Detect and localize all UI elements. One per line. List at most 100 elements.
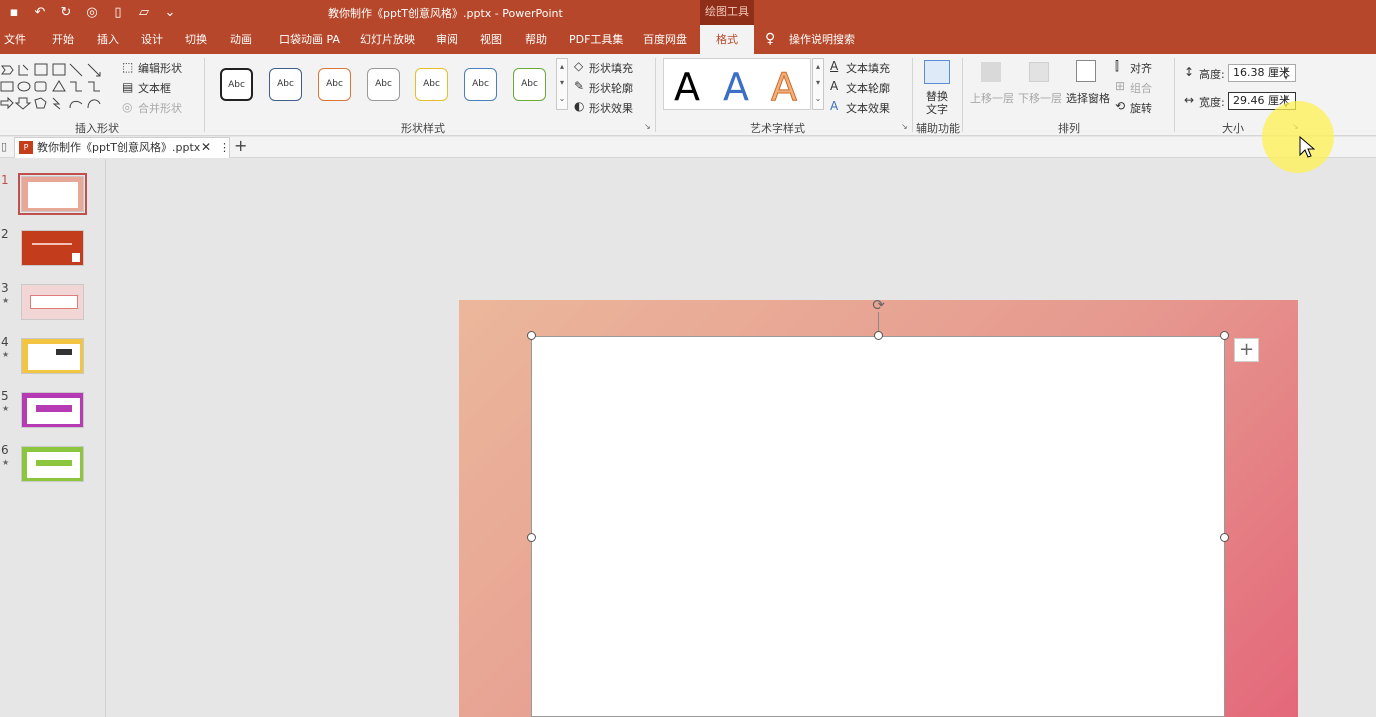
tab-help[interactable]: 帮助 xyxy=(525,25,547,54)
tab-format[interactable]: 格式 xyxy=(700,25,754,54)
group-label-shape-styles: 形状样式 xyxy=(401,122,445,135)
new-file-icon[interactable]: ▯ xyxy=(110,5,126,21)
height-label: 高度: xyxy=(1199,68,1225,81)
redo-icon[interactable]: ↻ xyxy=(58,5,74,21)
wordart-style-black[interactable]: A xyxy=(674,66,700,108)
bring-forward-button[interactable]: 上移一层 xyxy=(970,90,1014,106)
tab-slideshow[interactable]: 幻灯片放映 xyxy=(360,25,415,54)
group-separator xyxy=(1174,58,1175,132)
mouse-pointer-icon xyxy=(1299,136,1315,158)
shape-style-preset-6[interactable]: Abc xyxy=(464,68,497,101)
merge-shapes-button[interactable]: 合并形状 xyxy=(138,100,182,116)
slide-thumbnail-4[interactable] xyxy=(21,338,84,374)
group-label-insert-shapes: 插入形状 xyxy=(75,122,119,135)
rotate-icon: ⟲ xyxy=(1115,99,1126,113)
selected-rectangle-shape[interactable] xyxy=(531,336,1225,717)
document-tab[interactable]: P 教你制作《pptT创意风格》.pptx ✕ ⋮ xyxy=(14,137,230,158)
dialog-launcher-icon[interactable]: ↘ xyxy=(644,122,651,131)
tell-me-search[interactable]: 操作说明搜索 xyxy=(789,25,855,54)
text-outline-button[interactable]: 文本轮廓 xyxy=(846,80,890,96)
tab-home[interactable]: 开始 xyxy=(52,25,74,54)
width-icon: ↔ xyxy=(1184,93,1195,107)
text-box-icon: ▤ xyxy=(122,80,134,94)
tab-design[interactable]: 设计 xyxy=(141,25,163,54)
open-folder-icon[interactable]: ▱ xyxy=(136,5,152,21)
shape-style-preset-2[interactable]: Abc xyxy=(269,68,302,101)
tab-pocket-animation[interactable]: 口袋动画 PA xyxy=(279,25,340,54)
document-tab-label: 教你制作《pptT创意风格》.pptx xyxy=(37,141,201,154)
shape-styles-scroll[interactable]: ▴ ▾ ⌄ xyxy=(556,58,568,110)
shape-style-preset-5[interactable]: Abc xyxy=(415,68,448,101)
slide-thumbnail-2[interactable] xyxy=(21,230,84,266)
tab-insert[interactable]: 插入 xyxy=(97,25,119,54)
thumb-content xyxy=(28,344,80,370)
rotate-handle-icon[interactable]: ⟳ xyxy=(870,297,887,314)
quick-access-toolbar: ▪ ↶ ↻ ◎ ▯ ▱ ⌄ xyxy=(6,4,178,21)
animation-star-icon: ★ xyxy=(2,404,10,413)
shape-style-preset-1[interactable]: Abc xyxy=(220,68,253,101)
layout-options-icon[interactable]: + xyxy=(1234,338,1259,362)
selection-pane-button[interactable]: 选择窗格 xyxy=(1066,90,1110,106)
shape-fill-button[interactable]: 形状填充 xyxy=(589,60,633,76)
align-button[interactable]: 对齐 xyxy=(1130,60,1152,76)
thumb-content xyxy=(36,405,72,412)
slide-number: 2 xyxy=(1,227,9,241)
height-spinner-icon[interactable]: ▴ ▾ xyxy=(1284,64,1288,82)
tab-more-icon[interactable]: ⋮ xyxy=(219,138,230,157)
resize-handle-top-left[interactable] xyxy=(527,331,536,340)
undo-icon[interactable]: ↶ xyxy=(32,5,48,21)
tab-review[interactable]: 审阅 xyxy=(436,25,458,54)
shape-style-preset-7[interactable]: Abc xyxy=(513,68,546,101)
cursor-highlight xyxy=(1262,101,1334,173)
shape-outline-icon: ✎ xyxy=(574,79,585,93)
dialog-launcher-icon[interactable]: ↘ xyxy=(901,122,908,131)
group-separator xyxy=(655,58,656,132)
new-tab-icon[interactable]: + xyxy=(234,136,247,155)
tab-animations[interactable]: 动画 xyxy=(230,25,252,54)
window-title: 教你制作《pptT创意风格》.pptx - PowerPoint xyxy=(328,7,563,20)
ribbon: ⬚ 编辑形状 ▤ 文本框 ◎ 合并形状 插入形状 Abc Abc Abc Abc… xyxy=(0,54,1376,136)
send-backward-button[interactable]: 下移一层 xyxy=(1018,90,1062,106)
wordart-style-blue[interactable]: A xyxy=(723,66,749,108)
shape-outline-button[interactable]: 形状轮廓 xyxy=(589,80,633,96)
shapes-gallery[interactable] xyxy=(0,60,105,112)
slide-thumbnail-1[interactable] xyxy=(18,173,87,215)
tab-transitions[interactable]: 切换 xyxy=(185,25,207,54)
resize-handle-left[interactable] xyxy=(527,533,536,542)
resize-handle-right[interactable] xyxy=(1220,533,1229,542)
slide-thumbnail-5[interactable] xyxy=(21,392,84,428)
close-tab-icon[interactable]: ✕ xyxy=(201,138,211,157)
shape-style-preset-3[interactable]: Abc xyxy=(318,68,351,101)
rotate-button[interactable]: 旋转 xyxy=(1130,100,1152,116)
tab-file[interactable]: 文件 xyxy=(4,25,26,54)
wordart-scroll[interactable]: ▴ ▾ ⌄ xyxy=(812,58,824,110)
text-effects-button[interactable]: 文本效果 xyxy=(846,100,890,116)
slide-thumbnail-3[interactable] xyxy=(21,284,84,320)
tab-view[interactable]: 视图 xyxy=(480,25,502,54)
text-fill-button[interactable]: 文本填充 xyxy=(846,60,890,76)
present-icon[interactable]: ◎ xyxy=(84,5,100,21)
group-button[interactable]: 组合 xyxy=(1130,80,1152,96)
wordart-style-orange[interactable]: A xyxy=(771,66,798,109)
selection-pane-icon xyxy=(1076,60,1096,82)
alt-text-button-line2[interactable]: 文字 xyxy=(926,101,948,117)
save-icon[interactable]: ▪ xyxy=(6,5,22,21)
customize-qat-icon[interactable]: ⌄ xyxy=(162,5,178,21)
tab-pdf-tools[interactable]: PDF工具集 xyxy=(569,25,623,54)
thumb-content xyxy=(32,243,72,245)
shape-effects-icon: ◐ xyxy=(574,99,585,113)
animation-star-icon: ★ xyxy=(2,350,10,359)
edit-shape-button[interactable]: 编辑形状 xyxy=(138,60,182,76)
group-separator xyxy=(912,58,913,132)
group-separator xyxy=(204,58,205,132)
align-icon: ⫿ xyxy=(1115,59,1119,73)
resize-handle-top[interactable] xyxy=(874,331,883,340)
slide-thumbnail-6[interactable] xyxy=(21,446,84,482)
shape-style-preset-4[interactable]: Abc xyxy=(367,68,400,101)
merge-shapes-icon: ◎ xyxy=(122,100,133,114)
text-box-button[interactable]: 文本框 xyxy=(138,80,171,96)
shape-effects-button[interactable]: 形状效果 xyxy=(589,100,633,116)
tab-baidu-netdisk[interactable]: 百度网盘 xyxy=(643,25,687,54)
text-fill-icon: A xyxy=(830,59,839,73)
resize-handle-top-right[interactable] xyxy=(1220,331,1229,340)
